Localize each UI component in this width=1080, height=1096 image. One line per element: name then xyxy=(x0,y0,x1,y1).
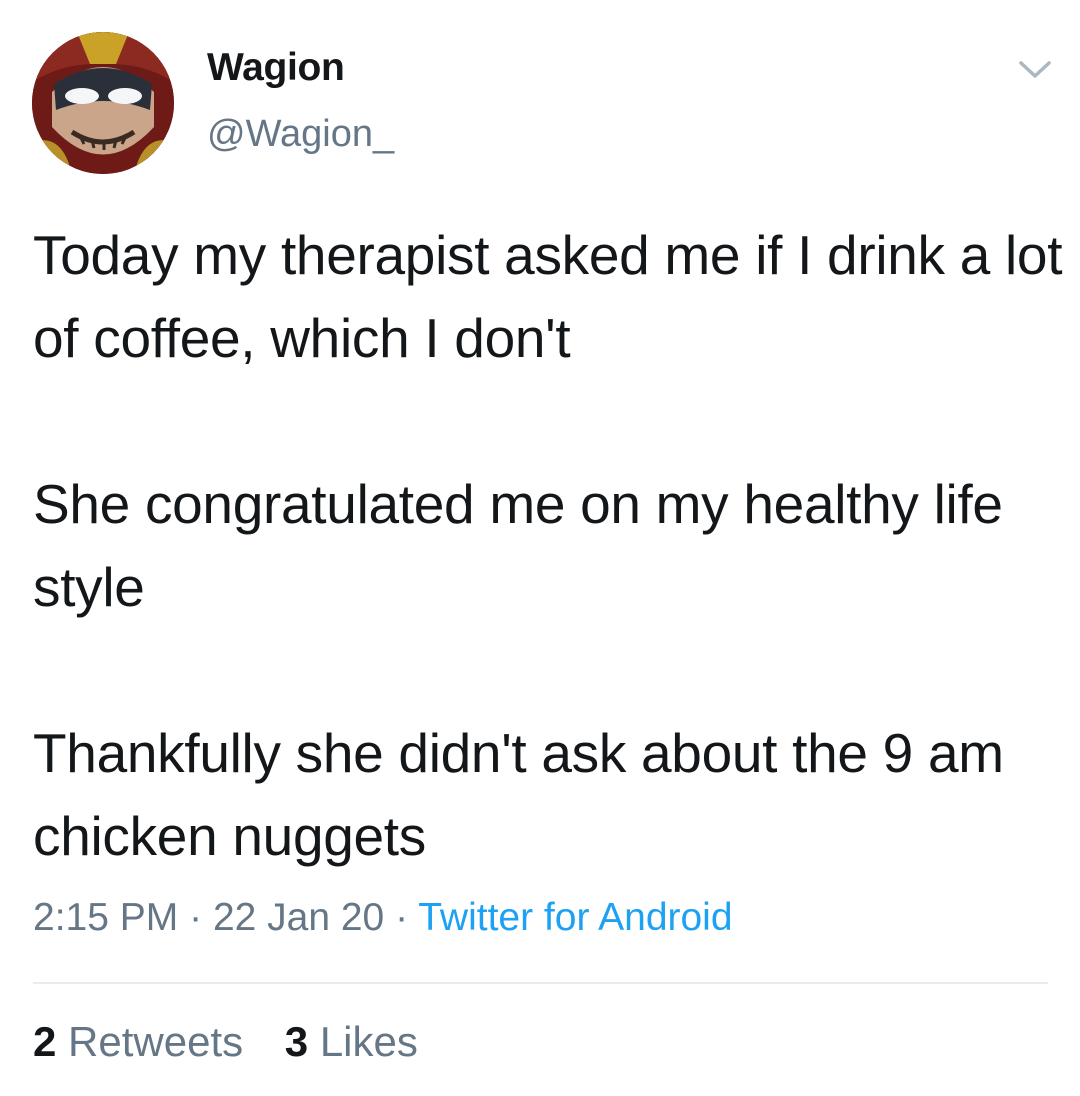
likes-stat[interactable]: 3 Likes xyxy=(285,1018,418,1065)
retweets-label: Retweets xyxy=(68,1018,244,1065)
display-name[interactable]: Wagion xyxy=(207,46,345,90)
tweet-time[interactable]: 2:15 PM xyxy=(33,896,178,939)
tweet-paragraph: Thankfully she didn't ask about the 9 am… xyxy=(33,722,1004,867)
retweets-count: 2 xyxy=(33,1018,57,1065)
user-handle[interactable]: @Wagion_ xyxy=(207,113,394,156)
retweets-stat[interactable]: 2 Retweets xyxy=(33,1018,243,1065)
avatar[interactable] xyxy=(32,32,174,174)
tweet-date[interactable]: 22 Jan 20 xyxy=(213,896,384,939)
tweet-stats: 2 Retweets 3 Likes xyxy=(33,1018,418,1066)
likes-count: 3 xyxy=(284,1018,309,1065)
likes-label: Likes xyxy=(319,1018,418,1065)
meta-separator: · xyxy=(189,896,203,939)
meta-separator: · xyxy=(395,896,409,939)
tweet-paragraph: Today my therapist asked me if I drink a… xyxy=(33,224,1063,369)
tweet-paragraph: She congratulated me on my healthy life … xyxy=(33,473,1003,618)
tweet-card: Wagion @Wagion_ Today my therapist asked… xyxy=(0,0,1080,1096)
tweet-meta: 2:15 PM · 22 Jan 20 · Twitter for Androi… xyxy=(33,896,733,940)
chevron-down-icon[interactable] xyxy=(1015,56,1055,84)
divider xyxy=(33,982,1048,984)
tweet-source-link[interactable]: Twitter for Android xyxy=(418,896,732,939)
avatar-image xyxy=(32,32,174,174)
tweet-text: Today my therapist asked me if I drink a… xyxy=(33,214,1063,878)
